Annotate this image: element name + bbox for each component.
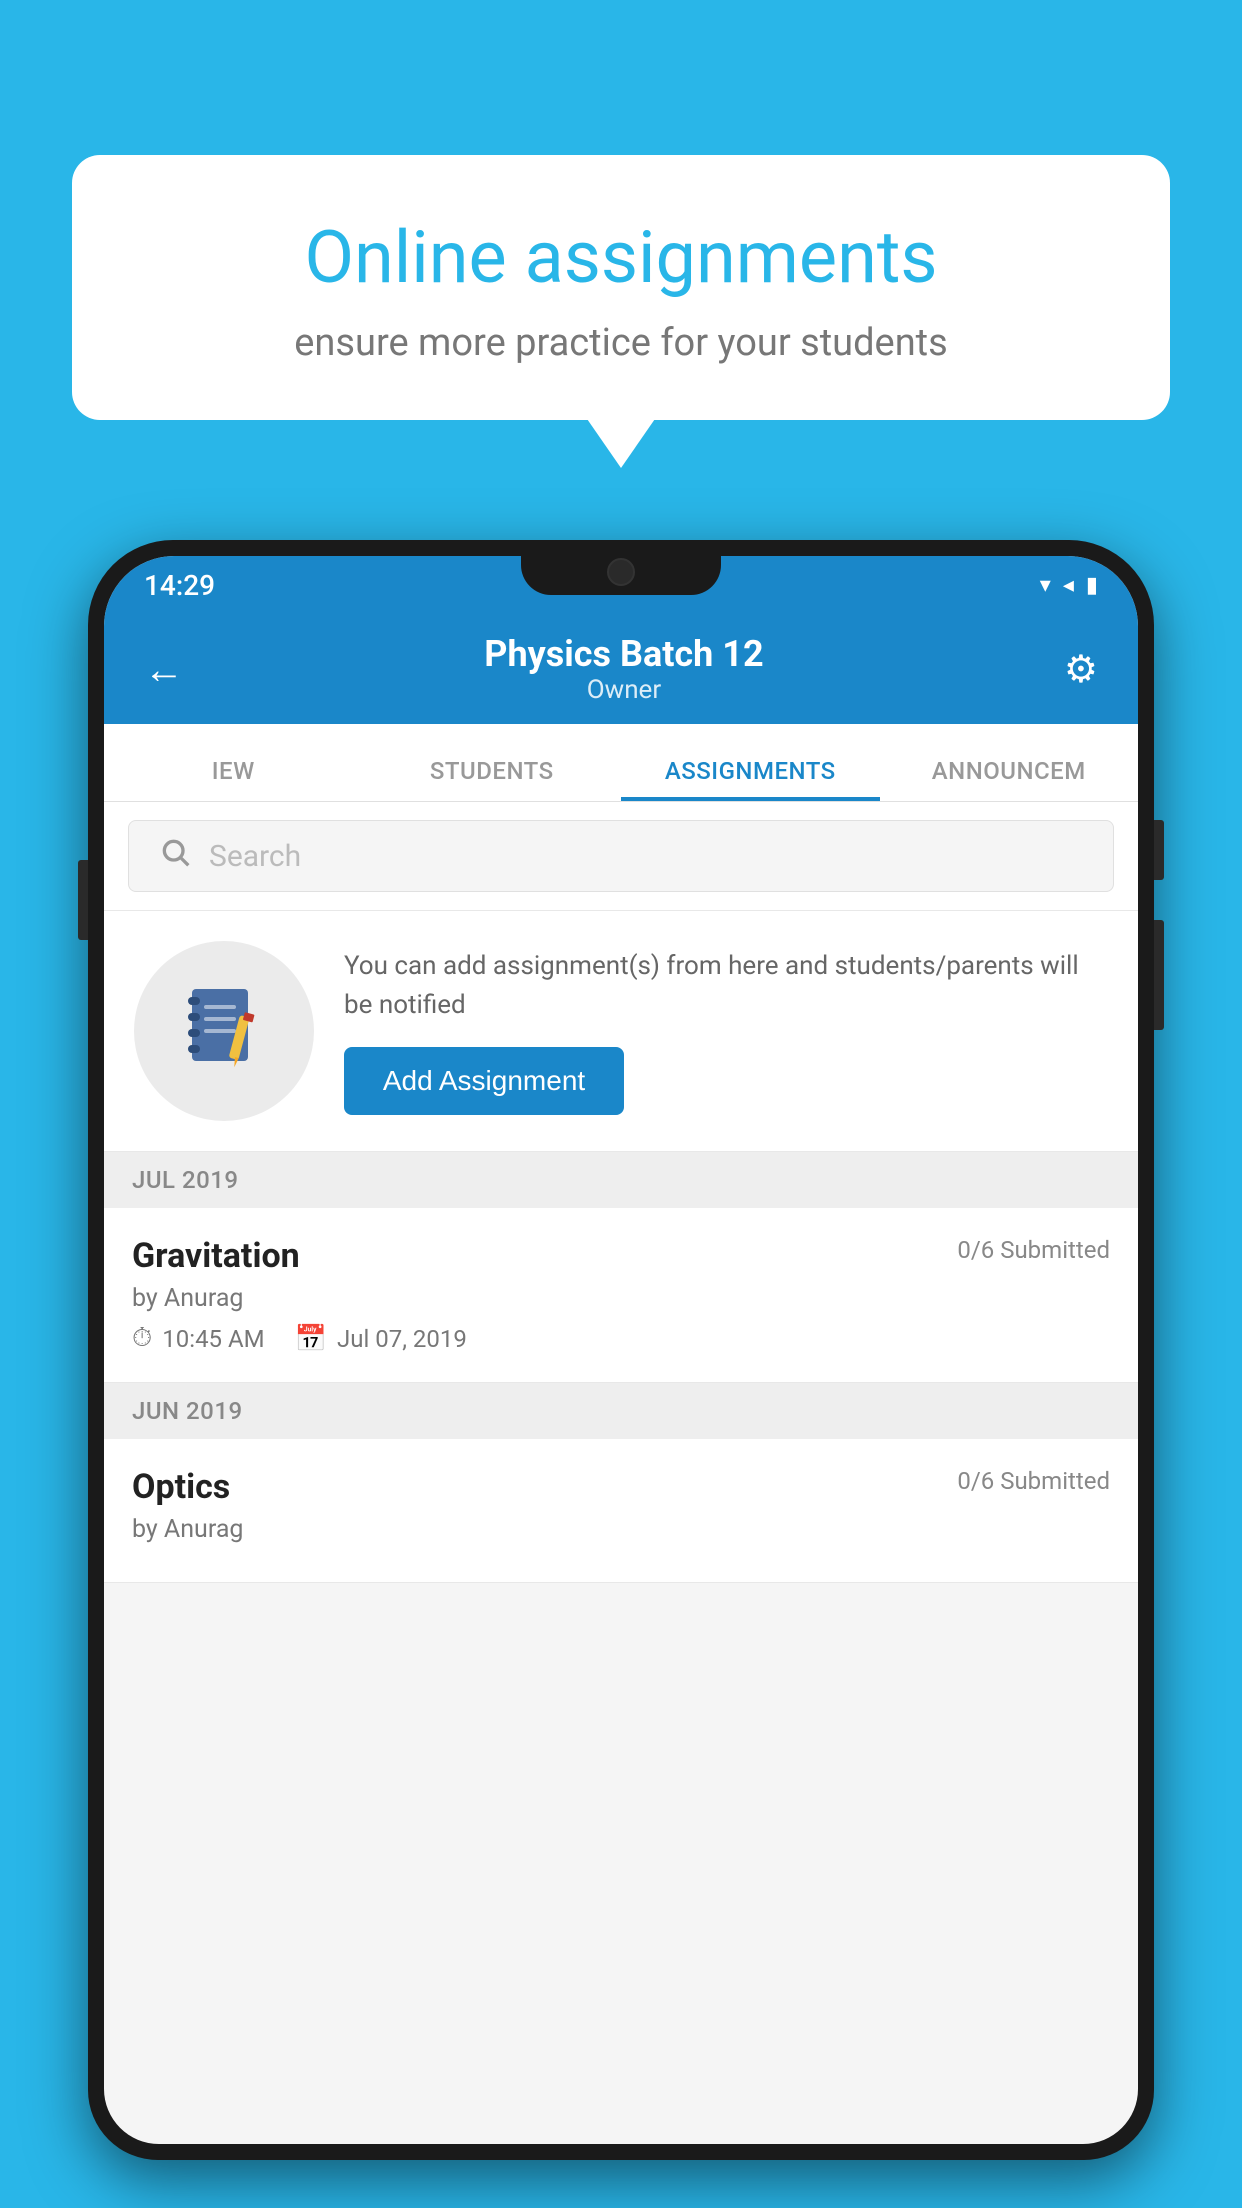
assignment-date: 📅 Jul 07, 2019: [295, 1324, 467, 1354]
app-header: ← Physics Batch 12 Owner ⚙: [104, 614, 1138, 724]
screen-content: 14:29 ▾ ◂ ▮ ← Physics Batch 12 Owner ⚙: [104, 556, 1138, 2144]
tab-iew[interactable]: IEW: [104, 757, 363, 801]
add-assignment-button[interactable]: Add Assignment: [344, 1047, 624, 1115]
phone-body: 14:29 ▾ ◂ ▮ ← Physics Batch 12 Owner ⚙: [88, 540, 1154, 2160]
tab-announcements[interactable]: ANNOUNCEM: [880, 757, 1139, 801]
assignment-by: by Anurag: [132, 1284, 1110, 1313]
assignment-submitted: 0/6 Submitted: [957, 1236, 1110, 1264]
tabs-container: IEW STUDENTS ASSIGNMENTS ANNOUNCEM: [104, 724, 1138, 802]
notebook-icon: [184, 985, 264, 1077]
assignment-item-optics[interactable]: Optics 0/6 Submitted by Anurag: [104, 1439, 1138, 1583]
tab-students[interactable]: STUDENTS: [363, 757, 622, 801]
settings-icon[interactable]: ⚙: [1064, 647, 1098, 692]
phone-notch: [521, 540, 721, 595]
search-container: Search: [104, 802, 1138, 911]
bubble-title: Online assignments: [152, 215, 1090, 301]
volume-button: [78, 860, 88, 940]
promo-text-area: You can add assignment(s) from here and …: [344, 947, 1108, 1115]
signal-icon: ◂: [1063, 573, 1074, 598]
header-title-area: Physics Batch 12 Owner: [184, 633, 1064, 705]
phone-screen: 14:29 ▾ ◂ ▮ ← Physics Batch 12 Owner ⚙: [104, 556, 1138, 2144]
volume-down-button: [1154, 920, 1164, 1030]
month-separator-jun: JUN 2019: [104, 1383, 1138, 1439]
clock-icon: ⏱: [132, 1323, 152, 1354]
promo-description: You can add assignment(s) from here and …: [344, 947, 1108, 1025]
bubble-subtitle: ensure more practice for your students: [152, 321, 1090, 365]
search-placeholder: Search: [209, 839, 301, 874]
assignment-by-optics: by Anurag: [132, 1515, 1110, 1544]
header-title: Physics Batch 12: [184, 633, 1064, 675]
assignment-header-optics: Optics 0/6 Submitted: [132, 1467, 1110, 1507]
status-icons: ▾ ◂ ▮: [1040, 573, 1098, 598]
promo-icon-circle: [134, 941, 314, 1121]
back-button[interactable]: ←: [144, 646, 184, 693]
assignment-submitted-optics: 0/6 Submitted: [957, 1467, 1110, 1495]
speech-bubble-container: Online assignments ensure more practice …: [72, 155, 1170, 420]
front-camera: [607, 558, 635, 586]
search-bar[interactable]: Search: [128, 820, 1114, 892]
wifi-icon: ▾: [1040, 573, 1051, 598]
tab-assignments[interactable]: ASSIGNMENTS: [621, 757, 880, 801]
assignment-time: ⏱ 10:45 AM: [132, 1323, 265, 1354]
promo-section: You can add assignment(s) from here and …: [104, 911, 1138, 1152]
phone-device: 14:29 ▾ ◂ ▮ ← Physics Batch 12 Owner ⚙: [88, 540, 1154, 2208]
assignment-meta: ⏱ 10:45 AM 📅 Jul 07, 2019: [132, 1323, 1110, 1354]
power-button: [1154, 820, 1164, 880]
assignment-header: Gravitation 0/6 Submitted: [132, 1236, 1110, 1276]
battery-icon: ▮: [1086, 573, 1098, 598]
assignment-title-optics: Optics: [132, 1467, 230, 1507]
search-icon: [159, 836, 191, 877]
header-subtitle: Owner: [184, 675, 1064, 705]
status-time: 14:29: [144, 569, 215, 602]
calendar-icon: 📅: [295, 1324, 327, 1354]
assignment-item-gravitation[interactable]: Gravitation 0/6 Submitted by Anurag ⏱ 10…: [104, 1208, 1138, 1383]
month-separator-jul: JUL 2019: [104, 1152, 1138, 1208]
speech-bubble: Online assignments ensure more practice …: [72, 155, 1170, 420]
assignment-title: Gravitation: [132, 1236, 300, 1276]
